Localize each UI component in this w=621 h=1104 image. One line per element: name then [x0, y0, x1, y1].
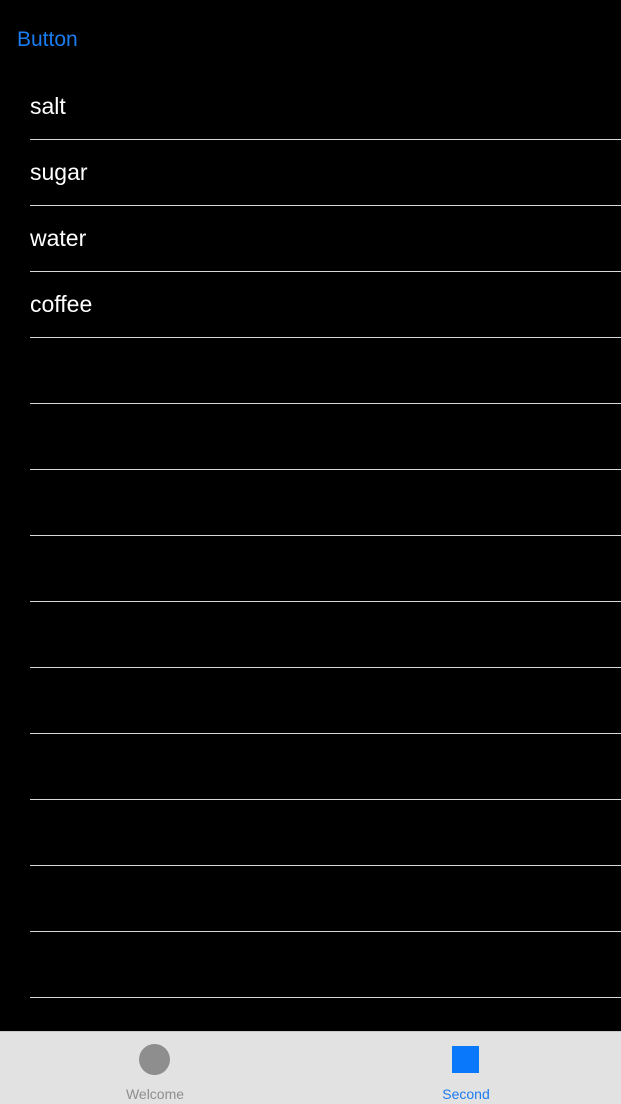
row-label: water: [30, 225, 87, 251]
table-row[interactable]: coffee: [0, 272, 621, 338]
tab-second[interactable]: Second: [311, 1032, 621, 1104]
table-row[interactable]: [0, 404, 621, 470]
square-icon: [452, 1046, 479, 1073]
table-row[interactable]: [0, 998, 621, 1031]
table-row[interactable]: [0, 602, 621, 668]
table-row[interactable]: [0, 338, 621, 404]
table-row[interactable]: [0, 734, 621, 800]
tab-welcome-label: Welcome: [125, 1086, 185, 1102]
app-screen: Button salt sugar water coffee Welcome S…: [0, 0, 621, 1104]
tab-second-label: Second: [442, 1086, 490, 1102]
table-row[interactable]: [0, 800, 621, 866]
table-row[interactable]: [0, 668, 621, 734]
row-label: salt: [30, 93, 66, 119]
top-button[interactable]: Button: [17, 24, 78, 56]
table-row[interactable]: [0, 536, 621, 602]
tab-bar: Welcome Second: [0, 1031, 621, 1104]
table-row[interactable]: salt: [0, 74, 621, 140]
row-label: sugar: [30, 159, 88, 185]
tab-welcome[interactable]: Welcome: [0, 1032, 310, 1104]
row-label: coffee: [30, 291, 93, 317]
circle-icon: [139, 1044, 170, 1075]
table-row[interactable]: sugar: [0, 140, 621, 206]
table-row[interactable]: [0, 866, 621, 932]
table-row[interactable]: [0, 470, 621, 536]
table-row[interactable]: water: [0, 206, 621, 272]
table-row[interactable]: [0, 932, 621, 998]
table-view[interactable]: salt sugar water coffee: [0, 74, 621, 1031]
